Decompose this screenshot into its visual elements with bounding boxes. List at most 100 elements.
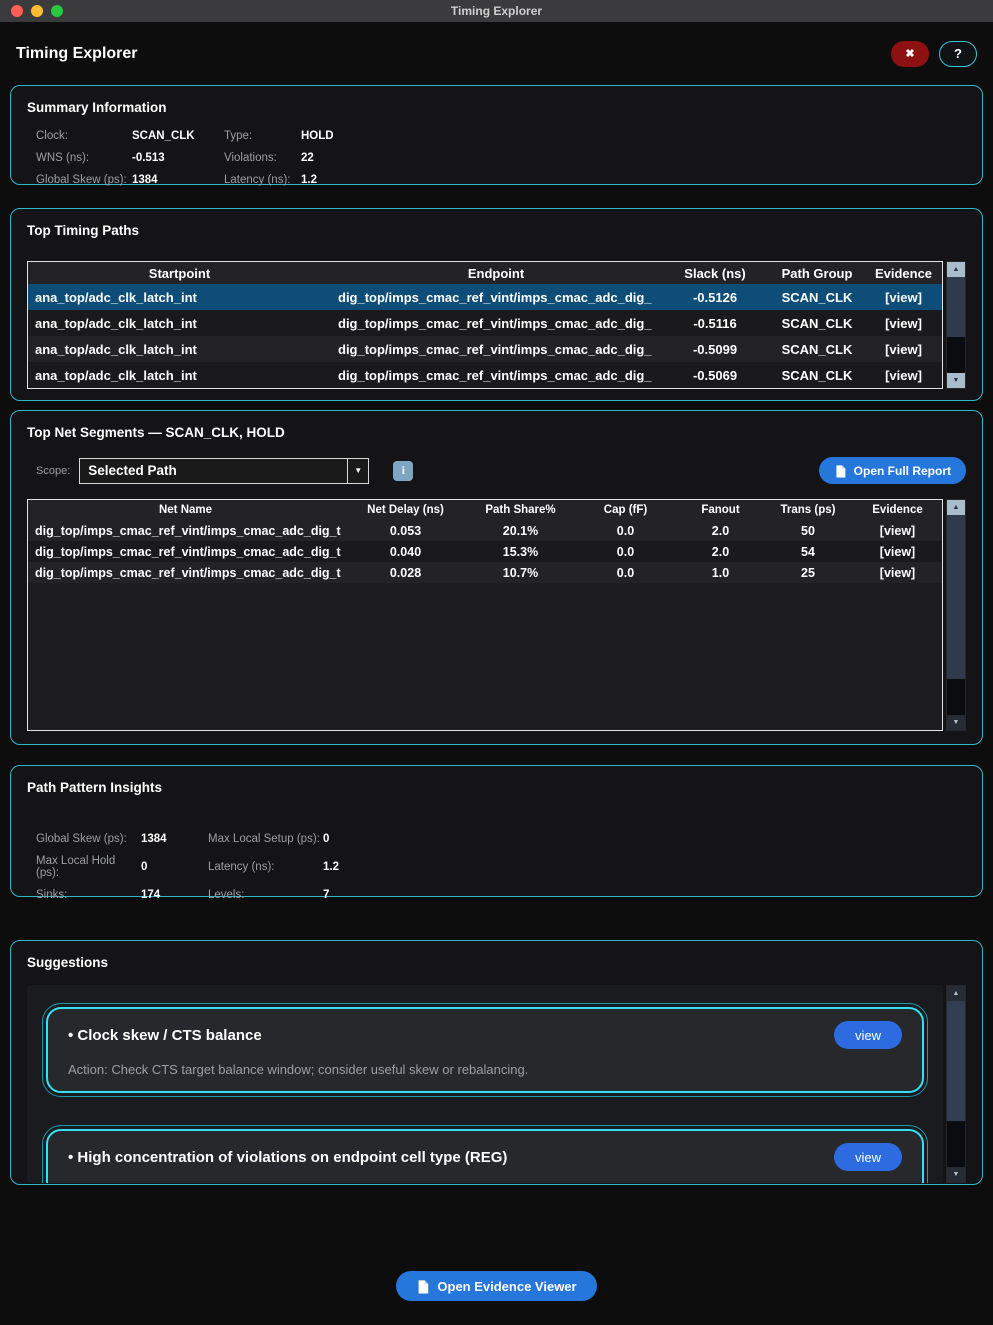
endpoint-cell: dig_top/imps_cmac_ref_vint/imps_cmac_adc… — [331, 342, 661, 357]
scroll-up-icon[interactable]: ▲ — [947, 986, 965, 1001]
endpoint-cell: dig_top/imps_cmac_ref_vint/imps_cmac_adc… — [331, 368, 661, 383]
field-label: Global Skew (ps): — [36, 174, 132, 186]
column-header: Net Name — [28, 504, 343, 516]
field-value: HOLD — [301, 130, 966, 142]
fanout-cell: 2.0 — [678, 545, 763, 559]
window-title: Timing Explorer — [451, 4, 542, 18]
scroll-thumb[interactable] — [947, 1001, 965, 1121]
close-traffic-light-icon[interactable] — [11, 5, 23, 17]
cap-cell: 0.0 — [573, 524, 678, 538]
scope-label: Scope: — [36, 465, 70, 477]
scroll-down-icon[interactable]: ▼ — [947, 373, 965, 388]
close-button[interactable]: ✖ — [891, 41, 929, 67]
header-actions: ✖ ? — [891, 41, 977, 67]
field-label: Sinks: — [36, 889, 141, 901]
table-row[interactable]: dig_top/imps_cmac_ref_vint/imps_cmac_adc… — [28, 541, 942, 562]
table-row[interactable]: ana_top/adc_clk_latch_int dig_top/imps_c… — [28, 336, 942, 362]
minimize-traffic-light-icon[interactable] — [31, 5, 43, 17]
field-value: 174 — [141, 889, 208, 901]
suggestions-title: Suggestions — [27, 955, 966, 970]
field-value: 1.2 — [301, 174, 966, 186]
table-row[interactable]: dig_top/imps_cmac_ref_vint/imps_cmac_adc… — [28, 562, 942, 583]
paths-scrollbar[interactable]: ▲ ▼ — [946, 261, 966, 389]
table-row[interactable]: dig_top/imps_cmac_ref_vint/imps_cmac_adc… — [28, 520, 942, 541]
scroll-track[interactable] — [947, 1001, 965, 1167]
path-share-cell: 20.1% — [468, 524, 573, 538]
document-icon — [416, 1279, 430, 1294]
net-delay-cell: 0.028 — [343, 566, 468, 580]
endpoint-cell: dig_top/imps_cmac_ref_vint/imps_cmac_adc… — [331, 316, 661, 331]
evidence-link[interactable]: [view] — [865, 368, 942, 383]
evidence-link[interactable]: [view] — [853, 566, 942, 580]
evidence-link[interactable]: [view] — [865, 342, 942, 357]
table-row[interactable]: ana_top/adc_clk_latch_int dig_top/imps_c… — [28, 310, 942, 336]
insights-grid: Global Skew (ps): 1384 Max Local Setup (… — [36, 833, 966, 901]
net-segments-panel: Top Net Segments — SCAN_CLK, HOLD Scope:… — [10, 410, 983, 745]
scroll-down-icon[interactable]: ▼ — [947, 1167, 965, 1182]
trans-cell: 25 — [763, 566, 853, 580]
summary-title: Summary Information — [27, 100, 966, 115]
scroll-thumb[interactable] — [947, 277, 965, 337]
nets-scrollbar[interactable]: ▲ ▼ — [946, 499, 966, 731]
column-header: Path Share% — [468, 504, 573, 516]
column-header: Path Group — [769, 266, 865, 281]
field-value: 1384 — [132, 174, 224, 186]
scope-select[interactable]: Selected Path ▼ — [79, 458, 369, 484]
page-title: Timing Explorer — [16, 45, 138, 63]
open-full-report-button[interactable]: Open Full Report — [819, 457, 966, 484]
evidence-link[interactable]: [view] — [853, 524, 942, 538]
field-label: Violations: — [224, 152, 301, 164]
table-header-row: Net Name Net Delay (ns) Path Share% Cap … — [28, 500, 942, 520]
app-header: Timing Explorer ✖ ? — [0, 22, 993, 85]
field-value: 22 — [301, 152, 966, 164]
open-evidence-viewer-button[interactable]: Open Evidence Viewer — [396, 1271, 596, 1301]
column-header: Evidence — [853, 504, 942, 516]
column-header: Endpoint — [331, 266, 661, 281]
field-label: Max Local Hold (ps): — [36, 855, 141, 879]
field-value: -0.513 — [132, 152, 224, 164]
scroll-track[interactable] — [947, 515, 965, 715]
table-empty-area — [28, 583, 942, 730]
field-value: 0 — [323, 833, 966, 845]
suggestion-card[interactable]: • High concentration of violations on en… — [42, 1125, 928, 1183]
titlebar: Timing Explorer — [0, 0, 993, 22]
chevron-down-icon: ▼ — [347, 459, 368, 483]
scroll-track[interactable] — [947, 277, 965, 373]
scroll-down-icon[interactable]: ▼ — [947, 715, 965, 730]
view-button[interactable]: view — [834, 1021, 902, 1049]
fanout-cell: 2.0 — [678, 524, 763, 538]
insights-panel: Path Pattern Insights Global Skew (ps): … — [10, 765, 983, 897]
net-name-cell: dig_top/imps_cmac_ref_vint/imps_cmac_adc… — [28, 545, 343, 559]
suggestion-card[interactable]: • Clock skew / CTS balance view Action: … — [42, 1003, 928, 1097]
net-segments-title: Top Net Segments — SCAN_CLK, HOLD — [27, 425, 966, 440]
suggestion-title: • High concentration of violations on en… — [68, 1149, 507, 1166]
table-row[interactable]: ana_top/adc_clk_latch_int dig_top/imps_c… — [28, 362, 942, 388]
zoom-traffic-light-icon[interactable] — [51, 5, 63, 17]
scroll-thumb[interactable] — [947, 515, 965, 679]
evidence-link[interactable]: [view] — [865, 316, 942, 331]
timing-paths-title: Top Timing Paths — [27, 223, 966, 238]
info-icon[interactable]: i — [393, 461, 413, 481]
table-row[interactable]: ana_top/adc_clk_latch_int dig_top/imps_c… — [28, 284, 942, 310]
suggestion-title: • Clock skew / CTS balance — [68, 1027, 262, 1044]
field-value: 7 — [323, 889, 966, 901]
column-header: Trans (ps) — [763, 504, 853, 516]
column-header: Slack (ns) — [661, 266, 769, 281]
evidence-link[interactable]: [view] — [853, 545, 942, 559]
help-button[interactable]: ? — [939, 41, 977, 67]
field-value: 1384 — [141, 833, 208, 845]
trans-cell: 50 — [763, 524, 853, 538]
column-header: Startpoint — [28, 266, 331, 281]
endpoint-cell: dig_top/imps_cmac_ref_vint/imps_cmac_adc… — [331, 290, 661, 305]
scroll-up-icon[interactable]: ▲ — [947, 500, 965, 515]
scroll-up-icon[interactable]: ▲ — [947, 262, 965, 277]
startpoint-cell: ana_top/adc_clk_latch_int — [28, 290, 331, 305]
suggestions-scrollbar[interactable]: ▲ ▼ — [946, 985, 966, 1183]
fanout-cell: 1.0 — [678, 566, 763, 580]
evidence-link[interactable]: [view] — [865, 290, 942, 305]
startpoint-cell: ana_top/adc_clk_latch_int — [28, 316, 331, 331]
traffic-lights — [11, 5, 63, 17]
path-share-cell: 15.3% — [468, 545, 573, 559]
view-button[interactable]: view — [834, 1143, 902, 1171]
column-header: Fanout — [678, 504, 763, 516]
